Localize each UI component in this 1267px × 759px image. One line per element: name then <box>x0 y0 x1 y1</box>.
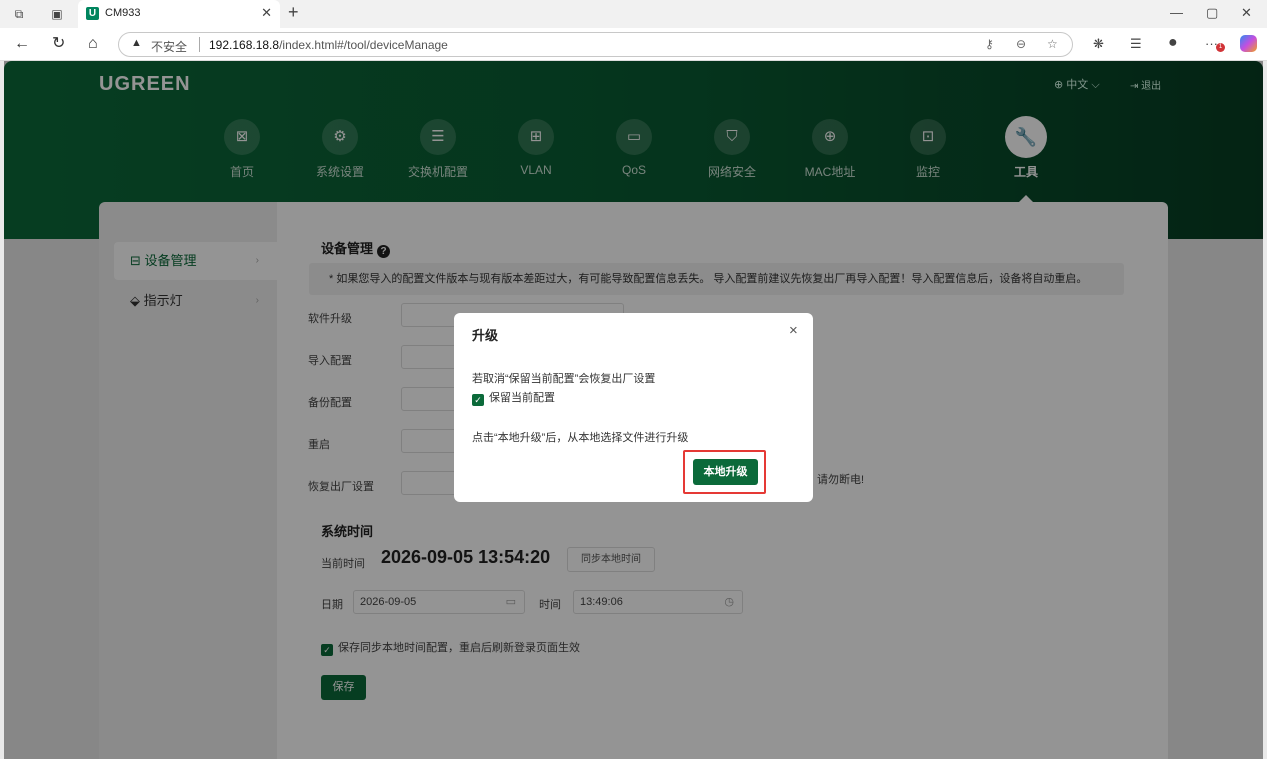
minimize-icon[interactable]: — <box>1170 5 1183 20</box>
upgrade-dialog: 升级 × 若取消“保留当前配置”会恢复出厂设置 ✓ 保留当前配置 点击“本地升级”… <box>454 313 813 502</box>
dialog-title: 升级 <box>472 328 499 343</box>
new-tab-button[interactable]: + <box>288 2 299 23</box>
browser-tab-bar: ⧉ ▣ U CM933 ✕ + — ▢ ✕ <box>0 0 1267 28</box>
back-icon[interactable]: ← <box>14 34 30 54</box>
dialog-warning-text: 若取消“保留当前配置”会恢复出厂设置 <box>472 373 656 385</box>
restore-icon[interactable]: ▢ <box>1206 5 1218 21</box>
url-path: /index.html#/tool/deviceManage <box>279 38 448 52</box>
close-tab-icon[interactable]: ✕ <box>261 5 272 21</box>
home-browser-icon[interactable]: ⌂ <box>88 34 98 54</box>
zoom-icon[interactable]: ⊖ <box>1016 37 1026 51</box>
url-host: 192.168.18.8 <box>209 38 280 52</box>
favicon-icon: U <box>86 7 99 20</box>
security-status[interactable]: 不安全 <box>151 38 187 55</box>
checkbox-checked-icon[interactable]: ✓ <box>472 394 484 406</box>
divider <box>199 37 200 52</box>
workspaces-icon[interactable]: ⧉ <box>12 7 26 21</box>
warning-icon[interactable]: ▲ <box>131 37 142 49</box>
profile-avatar-icon[interactable]: ● <box>1168 34 1178 52</box>
address-toolbar: ← ↻ ⌂ ▲ 不安全 192.168.18.8/index.html#/too… <box>0 28 1267 61</box>
local-upgrade-button[interactable]: 本地升级 <box>693 459 758 485</box>
close-icon[interactable]: × <box>789 322 798 339</box>
tab-title: CM933 <box>105 7 141 19</box>
url-text[interactable]: 192.168.18.8/index.html#/tool/deviceMana… <box>209 38 448 52</box>
tab-actions-icon[interactable]: ▣ <box>50 7 64 21</box>
key-icon[interactable]: ⚷ <box>985 37 994 51</box>
browser-tab[interactable]: U CM933 ✕ <box>78 0 280 28</box>
address-bar[interactable]: ▲ 不安全 192.168.18.8/index.html#/tool/devi… <box>118 32 1073 57</box>
favorite-star-icon[interactable]: ☆ <box>1047 37 1058 51</box>
refresh-icon[interactable]: ↻ <box>52 34 65 54</box>
copilot-icon[interactable] <box>1240 35 1257 52</box>
close-window-icon[interactable]: ✕ <box>1241 5 1252 21</box>
keep-config-checkbox[interactable]: ✓ 保留当前配置 <box>472 389 555 406</box>
favorites-icon[interactable]: ☰ <box>1130 36 1142 52</box>
extensions-icon[interactable]: ❋ <box>1093 36 1104 52</box>
dialog-instruction-text: 点击“本地升级”后，从本地选择文件进行升级 <box>472 432 689 444</box>
notification-badge: 1 <box>1216 43 1225 52</box>
keep-config-label: 保留当前配置 <box>489 392 555 404</box>
